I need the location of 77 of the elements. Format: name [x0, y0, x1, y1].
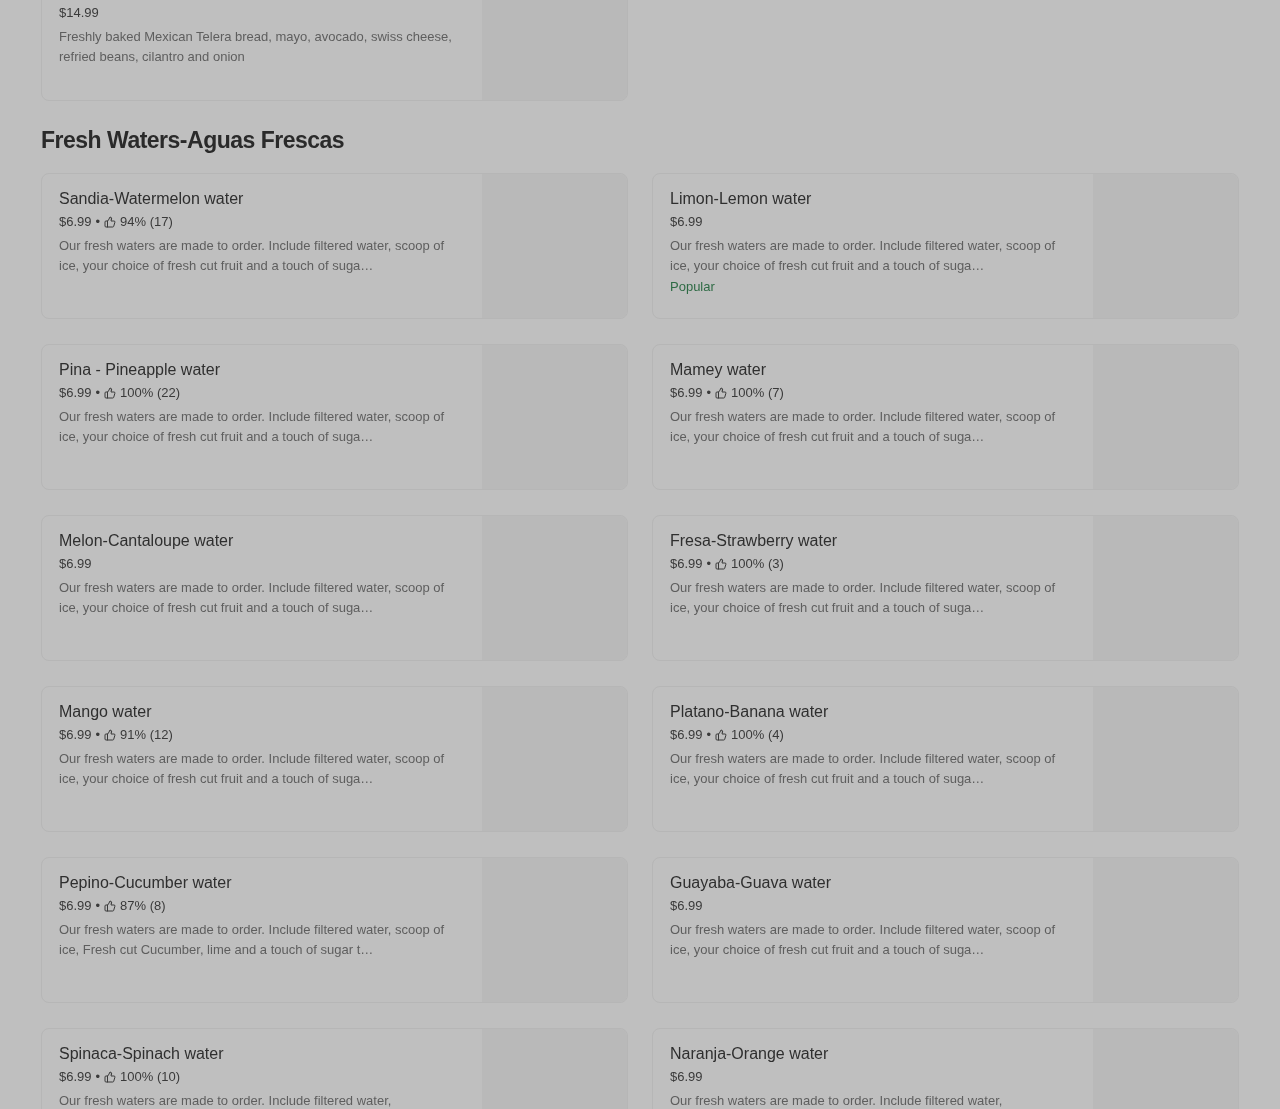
thumbs-up-icon — [715, 387, 728, 399]
item-rating: 100% (10) — [120, 1068, 181, 1086]
item-name: Spinaca-Spinach water — [59, 1044, 225, 1064]
item-price: $6.99 — [670, 213, 703, 231]
item-name: Mamey water — [670, 360, 768, 380]
menu-item-card[interactable]: Guayaba-Guava water $6.99 Our fresh waters are made to order. Include filtered water, scoop of ice, your choice of fresh cut fruit and a touch of suga… — [652, 857, 1239, 1003]
item-description: Our fresh waters are made to order. Include filtered water, scoop of ice, your choice of fresh cut fruit and a touch of suga… — [670, 237, 1057, 275]
separator-dot: • — [706, 726, 712, 744]
item-name: Sandia-Watermelon water — [59, 189, 245, 209]
item-name: Mango water — [59, 702, 153, 722]
item-description: Our fresh waters are made to order. Include filtered water, scoop of ice, your choice of fresh cut fruit and a touch of suga… — [670, 408, 1057, 446]
menu-item-card[interactable]: Pina - Pineapple water $6.99 • 100% (22) Our fresh waters are made to order. Include filtered water, scoop of ice, your choice of fresh cut fruit and a touch of suga… — [41, 344, 628, 490]
separator-dot: • — [706, 384, 712, 402]
separator-dot: • — [706, 555, 712, 573]
item-name: Pina - Pineapple water — [59, 360, 221, 380]
menu-item-card[interactable]: Mango water $6.99 • 91% (12) Our fresh waters are made to order. Include filtered water, scoop of ice, your choice of fresh cut fruit and a touch of suga… — [41, 686, 628, 832]
item-description: Freshly baked Mexican Telera bread, mayo, avocado, swiss cheese, refried beans, cilantro and onion — [59, 28, 453, 66]
menu-item-card[interactable]: Mamey water $6.99 • 100% (7) Our fresh waters are made to order. Include filtered water, scoop of ice, your choice of fresh cut fruit and a touch of suga… — [652, 344, 1239, 490]
item-price: $6.99 — [59, 555, 92, 573]
item-name: Fresa-Strawberry water — [670, 531, 839, 551]
thumbs-up-icon — [104, 729, 117, 741]
separator-dot: • — [95, 897, 101, 915]
separator-dot: • — [95, 213, 101, 231]
item-name: Guayaba-Guava water — [670, 873, 832, 893]
separator-dot: • — [95, 384, 101, 402]
thumbs-up-icon — [104, 1071, 117, 1083]
item-rating: 100% (4) — [731, 726, 784, 744]
thumbs-up-icon — [104, 387, 117, 399]
thumbs-up-icon — [104, 900, 117, 912]
item-description: Our fresh waters are made to order. Include filtered water, scoop of ice, your choice of fresh cut fruit and a touch of suga… — [670, 750, 1057, 788]
section-title: Fresh Waters-Aguas Frescas — [41, 126, 346, 155]
separator-dot: • — [95, 726, 101, 744]
menu-item-card[interactable]: $14.99 Freshly baked Mexican Telera bread, mayo, avocado, swiss cheese, refried beans, cilantro and onion — [41, 0, 628, 101]
item-rating: 91% (12) — [120, 726, 173, 744]
item-price: $6.99 — [670, 897, 703, 915]
item-description: Our fresh waters are made to order. Include filtered water, scoop of ice, Fresh cut Cucumber, lime and a touch of sugar t… — [59, 921, 446, 959]
thumbs-up-icon — [715, 729, 728, 741]
item-description: Our fresh waters are made to order. Include filtered water, scoop of ice, your choice of fresh cut fruit and a touch of suga… — [59, 237, 446, 275]
item-name: Pepino-Cucumber water — [59, 873, 233, 893]
item-name: Melon-Cantaloupe water — [59, 531, 235, 551]
item-price: $6.99 — [59, 384, 92, 402]
item-rating: 94% (17) — [120, 213, 173, 231]
item-name: Limon-Lemon water — [670, 189, 813, 209]
menu-item-card[interactable]: Platano-Banana water $6.99 • 100% (4) Our fresh waters are made to order. Include filtered water, scoop of ice, your choice of fresh cut fruit and a touch of suga… — [652, 686, 1239, 832]
menu-item-card[interactable]: Limon-Lemon water $6.99 Our fresh waters are made to order. Include filtered water, scoop of ice, your choice of fresh cut fruit and a touch of suga… Popular — [652, 173, 1239, 319]
menu-item-card[interactable]: Pepino-Cucumber water $6.99 • 87% (8) Our fresh waters are made to order. Include filtered water, scoop of ice, Fresh cut Cucumber, lime and a touch of sugar t… — [41, 857, 628, 1003]
menu-item-card[interactable]: Sandia-Watermelon water $6.99 • 94% (17) Our fresh waters are made to order. Include filtered water, scoop of ice, your choice of fresh cut fruit and a touch of suga… — [41, 173, 628, 319]
item-price: $6.99 — [59, 1068, 92, 1086]
item-price: $14.99 — [59, 4, 99, 22]
item-rating: 100% (22) — [120, 384, 181, 402]
item-rating: 100% (3) — [731, 555, 784, 573]
item-price: $6.99 — [59, 726, 92, 744]
popular-label: Popular — [670, 278, 716, 296]
item-description: Our fresh waters are made to order. Include filtered water, scoop of ice, your choice of fresh cut fruit and a touch of suga… — [670, 579, 1057, 617]
item-description: Our fresh waters are made to order. Include filtered water, scoop of ice, your choice of fresh cut fruit and a touch of suga… — [59, 750, 446, 788]
item-description: Our fresh waters are made to order. Include filtered water, scoop of ice, your choice of fresh cut fruit and a touch of suga… — [670, 921, 1057, 959]
item-price: $6.99 — [670, 384, 703, 402]
menu-item-card[interactable]: Fresa-Strawberry water $6.99 • 100% (3) Our fresh waters are made to order. Include filtered water, scoop of ice, your choice of fresh cut fruit and a touch of suga… — [652, 515, 1239, 661]
menu-item-card[interactable]: Naranja-Orange water $6.99 Our fresh waters are made to order. Include filtered water, — [652, 1028, 1239, 1109]
item-description: Our fresh waters are made to order. Include filtered water, — [59, 1092, 393, 1109]
item-description: Our fresh waters are made to order. Include filtered water, scoop of ice, your choice of fresh cut fruit and a touch of suga… — [59, 408, 446, 446]
item-rating: 100% (7) — [731, 384, 784, 402]
item-description: Our fresh waters are made to order. Include filtered water, scoop of ice, your choice of fresh cut fruit and a touch of suga… — [59, 579, 446, 617]
item-price: $6.99 — [670, 726, 703, 744]
item-name: Platano-Banana water — [670, 702, 830, 722]
item-price: $6.99 — [59, 213, 92, 231]
menu-item-card[interactable]: Spinaca-Spinach water $6.99 • 100% (10) Our fresh waters are made to order. Include filtered water, — [41, 1028, 628, 1109]
item-description: Our fresh waters are made to order. Include filtered water, — [670, 1092, 1004, 1109]
item-price: $6.99 — [670, 1068, 703, 1086]
thumbs-up-icon — [104, 216, 117, 228]
thumbs-up-icon — [715, 558, 728, 570]
item-price: $6.99 — [59, 897, 92, 915]
item-rating: 87% (8) — [120, 897, 166, 915]
item-price: $6.99 — [670, 555, 703, 573]
item-name: Naranja-Orange water — [670, 1044, 830, 1064]
separator-dot: • — [95, 1068, 101, 1086]
menu-item-card[interactable]: Melon-Cantaloupe water $6.99 Our fresh waters are made to order. Include filtered water, scoop of ice, your choice of fresh cut fruit and a touch of suga… — [41, 515, 628, 661]
